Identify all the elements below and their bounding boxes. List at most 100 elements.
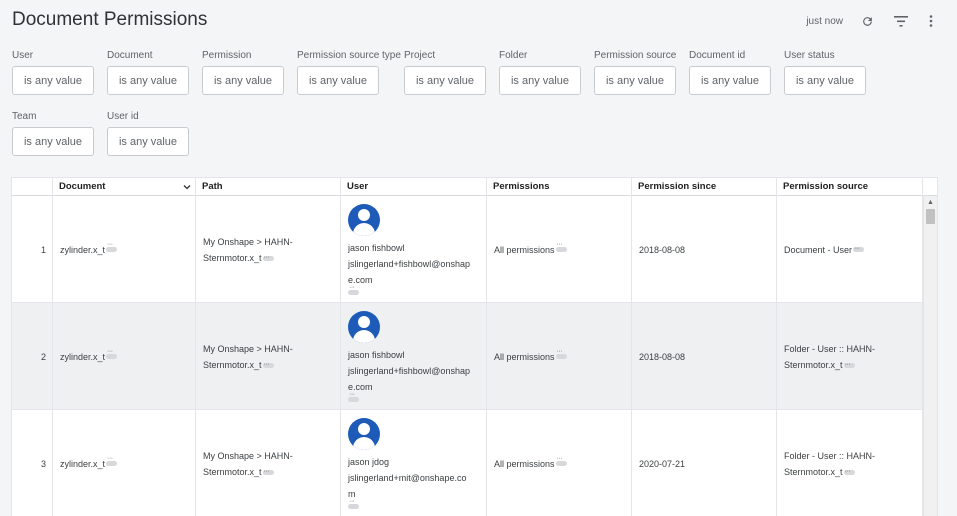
filter-label: User status bbox=[784, 50, 835, 61]
document-cell[interactable]: zylinder.x_t bbox=[53, 303, 196, 410]
permission-since-cell: 2020-07-21 bbox=[632, 410, 777, 516]
more-icon[interactable] bbox=[853, 241, 865, 257]
filter-permission: Permission is any value bbox=[202, 49, 284, 95]
page-title: Document Permissions bbox=[12, 9, 208, 30]
filter-user: User is any value bbox=[12, 49, 94, 95]
document-name[interactable]: zylinder.x_t bbox=[60, 245, 105, 255]
column-header-path[interactable]: Path bbox=[196, 178, 341, 196]
more-icon[interactable] bbox=[348, 284, 359, 295]
document-cell[interactable]: zylinder.x_t bbox=[53, 196, 196, 303]
table-row[interactable]: 1 zylinder.x_t My Onshape > HAHN- Sternmo… bbox=[12, 196, 923, 303]
permission-source-cell: Folder - User :: HAHN- Sternmotor.x_t bbox=[777, 303, 923, 410]
row-number: 2 bbox=[12, 303, 53, 410]
refresh-icon[interactable] bbox=[853, 12, 881, 30]
filter-input[interactable]: is any value bbox=[784, 66, 866, 95]
more-icon[interactable] bbox=[348, 498, 359, 509]
more-icon[interactable] bbox=[262, 464, 274, 480]
filter-label: Permission source bbox=[594, 50, 677, 61]
filter-input[interactable]: is any value bbox=[499, 66, 581, 95]
avatar bbox=[348, 418, 380, 450]
filter-document-id: Document id is any value bbox=[689, 49, 771, 95]
column-header-permissions[interactable]: Permissions bbox=[487, 178, 632, 196]
scroll-up-icon[interactable]: ▲ bbox=[927, 199, 934, 206]
more-icon[interactable] bbox=[843, 357, 855, 373]
column-header-document[interactable]: Document bbox=[53, 178, 196, 196]
toolbar: just now bbox=[806, 12, 945, 30]
user-cell: jason fishbowl jslingerland+fishbowl@ons… bbox=[341, 196, 487, 303]
more-icon[interactable] bbox=[555, 348, 567, 359]
more-icon[interactable] bbox=[262, 357, 274, 373]
permissions-cell: All permissions bbox=[487, 303, 632, 410]
more-icon[interactable] bbox=[262, 250, 274, 266]
column-header-permission-source[interactable]: Permission source bbox=[777, 178, 923, 196]
more-icon[interactable] bbox=[348, 391, 359, 402]
document-name[interactable]: zylinder.x_t bbox=[60, 352, 105, 362]
path-line: My Onshape > HAHN- bbox=[203, 450, 293, 461]
filter-document: Document is any value bbox=[107, 49, 189, 95]
row-number: 1 bbox=[12, 196, 53, 303]
more-icon[interactable] bbox=[106, 241, 118, 252]
table-row[interactable]: 3 zylinder.x_t My Onshape > HAHN- Sternmo… bbox=[12, 410, 923, 516]
filter-input[interactable]: is any value bbox=[107, 127, 189, 156]
filter-input[interactable]: is any value bbox=[107, 66, 189, 95]
permission-source-cell: Document - User bbox=[777, 196, 923, 303]
row-number: 3 bbox=[12, 410, 53, 516]
filter-input[interactable]: is any value bbox=[202, 66, 284, 95]
more-vertical-icon[interactable] bbox=[917, 12, 945, 30]
filter-icon[interactable] bbox=[887, 12, 915, 30]
permissions-cell: All permissions bbox=[487, 410, 632, 516]
filter-team: Team is any value bbox=[12, 110, 94, 156]
filter-input[interactable]: is any value bbox=[594, 66, 676, 95]
permissions-value: All permissions bbox=[494, 458, 555, 469]
more-icon[interactable] bbox=[106, 455, 118, 466]
more-icon[interactable] bbox=[555, 455, 567, 466]
column-header-label: Document bbox=[59, 181, 106, 192]
user-cell: jason jdog jslingerland+mit@onshape.co m bbox=[341, 410, 487, 516]
avatar bbox=[348, 311, 380, 343]
more-icon[interactable] bbox=[843, 464, 855, 480]
column-header-rownum bbox=[12, 178, 53, 196]
permission-source-value: Folder - User :: HAHN- bbox=[784, 450, 876, 461]
permissions-table: Document Path User Permissions Permissio… bbox=[12, 178, 937, 516]
table-header: Document Path User Permissions Permissio… bbox=[12, 178, 937, 196]
user-email: jslingerland+fishbowl@onshap bbox=[348, 259, 470, 269]
filter-label: Permission bbox=[202, 50, 252, 61]
path-line: Sternmotor.x_t bbox=[203, 466, 262, 477]
filter-input[interactable]: is any value bbox=[12, 127, 94, 156]
permission-since-cell: 2018-08-08 bbox=[632, 196, 777, 303]
column-header-user[interactable]: User bbox=[341, 178, 487, 196]
scrollbar-thumb[interactable] bbox=[926, 209, 935, 224]
column-header-permission-since[interactable]: Permission since bbox=[632, 178, 777, 196]
filter-input[interactable]: is any value bbox=[297, 66, 379, 95]
filter-label: Folder bbox=[499, 50, 528, 61]
user-name: jason jdog bbox=[348, 457, 390, 467]
permission-source-value: Sternmotor.x_t bbox=[784, 359, 843, 370]
path-cell: My Onshape > HAHN- Sternmotor.x_t bbox=[196, 303, 341, 410]
filter-label: User bbox=[12, 50, 34, 61]
path-cell: My Onshape > HAHN- Sternmotor.x_t bbox=[196, 410, 341, 516]
last-refreshed-label: just now bbox=[806, 15, 843, 27]
filter-permission-source-type: Permission source type is any value bbox=[297, 49, 401, 95]
permission-source-value: Sternmotor.x_t bbox=[784, 466, 843, 477]
document-cell[interactable]: zylinder.x_t bbox=[53, 410, 196, 516]
user-email: jslingerland+mit@onshape.co bbox=[348, 473, 467, 483]
filter-label: Permission source type bbox=[297, 50, 401, 61]
filter-user-status: User status is any value bbox=[784, 49, 866, 95]
filter-label: Document bbox=[107, 50, 153, 61]
document-name[interactable]: zylinder.x_t bbox=[60, 459, 105, 469]
path-line: Sternmotor.x_t bbox=[203, 252, 262, 263]
path-cell: My Onshape > HAHN- Sternmotor.x_t bbox=[196, 196, 341, 303]
filter-input[interactable]: is any value bbox=[404, 66, 486, 95]
permissions-value: All permissions bbox=[494, 351, 555, 362]
user-name: jason fishbowl bbox=[348, 243, 405, 253]
more-icon[interactable] bbox=[106, 348, 118, 359]
user-name: jason fishbowl bbox=[348, 350, 405, 360]
more-icon[interactable] bbox=[555, 241, 567, 252]
permissions-value: All permissions bbox=[494, 244, 555, 255]
filter-label: Document id bbox=[689, 50, 746, 61]
filter-input[interactable]: is any value bbox=[12, 66, 94, 95]
filter-label: User id bbox=[107, 111, 139, 122]
filter-input[interactable]: is any value bbox=[689, 66, 771, 95]
table-row[interactable]: 2 zylinder.x_t My Onshape > HAHN- Sternmo… bbox=[12, 303, 923, 410]
vertical-scrollbar[interactable]: ▲ bbox=[923, 196, 937, 516]
